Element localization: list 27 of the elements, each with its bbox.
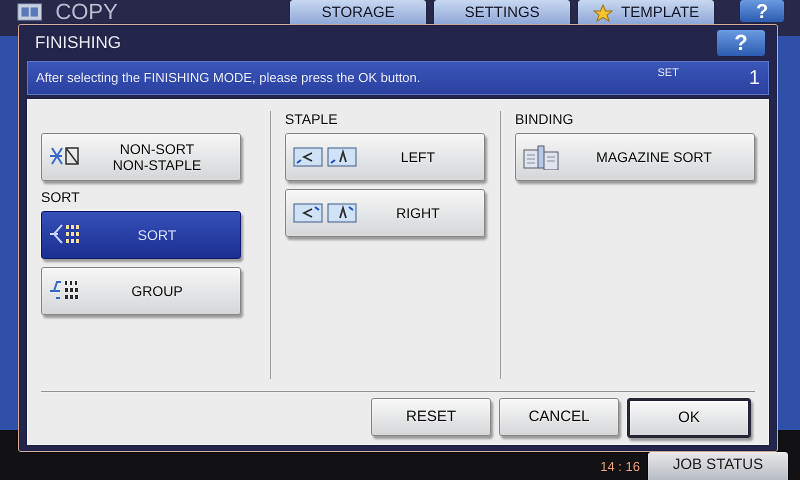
dialog-button[interactable]: CANCEL xyxy=(499,398,619,436)
set-count: 1 xyxy=(748,66,760,91)
header-tab[interactable]: STORAGE xyxy=(290,0,426,26)
help-button[interactable]: ? xyxy=(740,0,784,22)
section-heading: SORT xyxy=(41,189,81,205)
option-button[interactable]: SORT xyxy=(41,211,241,259)
option-button[interactable]: GROUP xyxy=(41,267,241,315)
copier-icon xyxy=(16,1,44,23)
app-title: COPY xyxy=(55,0,119,24)
dialog-button[interactable]: OK xyxy=(627,398,751,438)
option-button[interactable]: RIGHT xyxy=(284,189,485,237)
job-status-button[interactable]: JOB STATUS xyxy=(648,452,788,480)
option-button[interactable]: MAGAZINE SORT xyxy=(515,133,755,181)
dialog-button[interactable]: RESET xyxy=(371,398,491,436)
clock-time: 14 : 16 xyxy=(600,458,640,476)
option-button[interactable]: LEFT xyxy=(284,133,485,181)
instruction-text: After selecting the FINISHING MODE, please press the OK button. xyxy=(36,69,422,88)
option-button[interactable]: NON-SORT NON-STAPLE xyxy=(41,133,241,181)
help-button[interactable]: ? xyxy=(717,30,765,56)
header-tab[interactable]: SETTINGS xyxy=(434,0,570,26)
section-heading: BINDING xyxy=(515,111,574,127)
booklet-icon xyxy=(522,144,560,170)
star-icon xyxy=(593,4,614,22)
dialog-title: FINISHING xyxy=(35,32,121,54)
set-label: SET xyxy=(657,66,679,81)
section-heading: STAPLE xyxy=(284,111,339,127)
header-tab[interactable]: TEMPLATE xyxy=(578,0,714,26)
